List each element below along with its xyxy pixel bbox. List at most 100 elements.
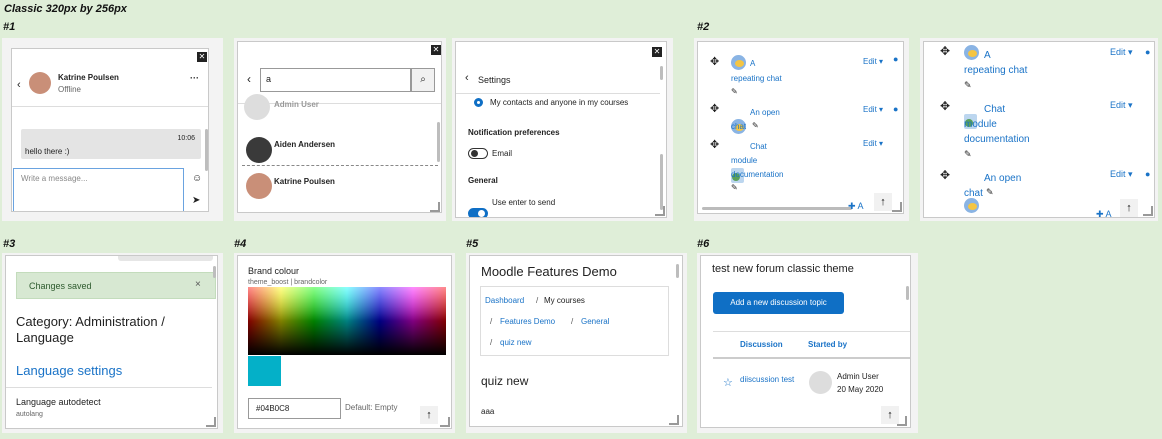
settings-title: Settings <box>478 75 511 85</box>
activity-link[interactable]: documentation <box>964 134 1030 145</box>
activity-link[interactable]: module <box>964 119 997 130</box>
language-settings-link[interactable]: Language settings <box>16 363 122 378</box>
activity-link[interactable]: A <box>750 59 755 68</box>
add-activity-link[interactable]: ✚ A <box>848 201 864 212</box>
edit-pencil-icon[interactable]: ✎ <box>986 187 994 198</box>
activity-link[interactable]: An open <box>984 173 1021 184</box>
search-input[interactable]: a <box>260 68 411 92</box>
enter-to-send-label: Use enter to send <box>492 198 556 207</box>
resize-grip-icon[interactable] <box>1143 206 1153 216</box>
activity-link[interactable]: module <box>731 156 757 165</box>
back-to-top-icon[interactable]: ↑ <box>1120 199 1138 217</box>
breadcrumb-dashboard[interactable]: Dashboard <box>485 296 524 305</box>
edit-pencil-icon[interactable]: ✎ <box>731 183 738 192</box>
activity-link[interactable]: Chat <box>750 142 767 151</box>
scrollbar[interactable] <box>660 66 663 80</box>
breadcrumb-quiz[interactable]: quiz new <box>500 338 532 347</box>
scrollbar[interactable] <box>437 122 440 162</box>
edit-menu[interactable]: Edit ▾ <box>863 105 883 114</box>
activity-link[interactable]: documentation <box>731 170 783 179</box>
color-value-input[interactable]: #04B0C8 <box>248 398 341 419</box>
color-picker[interactable] <box>248 287 446 355</box>
activity-link[interactable]: A <box>984 50 991 61</box>
breadcrumb-course[interactable]: Features Demo <box>500 317 555 326</box>
activity-link[interactable]: repeating chat <box>731 74 782 83</box>
move-icon[interactable]: ✥ <box>710 138 719 151</box>
close-icon[interactable]: × <box>195 279 201 290</box>
activity-link[interactable]: An open <box>750 108 780 117</box>
setting-sub: theme_boost | brandcolor <box>248 279 328 286</box>
scrollbar[interactable] <box>906 286 909 300</box>
move-icon[interactable]: ✥ <box>940 99 950 113</box>
resize-grip-icon[interactable] <box>669 415 679 425</box>
edit-pencil-icon[interactable]: ✎ <box>964 80 972 91</box>
contact-result[interactable]: Admin User <box>274 100 319 109</box>
breadcrumb-general[interactable]: General <box>581 317 609 326</box>
move-icon[interactable]: ✥ <box>710 102 719 115</box>
more-options-icon[interactable]: ··· <box>190 73 199 83</box>
enter-to-send-toggle[interactable] <box>468 208 488 217</box>
top-bar <box>118 256 213 261</box>
edit-menu[interactable]: Edit ▾ <box>1110 169 1133 180</box>
edit-menu[interactable]: Edit ▾ <box>1110 47 1133 58</box>
privacy-option-label: My contacts and anyone in my courses <box>490 98 629 107</box>
breadcrumb-my-courses: My courses <box>544 296 585 305</box>
author-name: Admin User <box>837 372 879 381</box>
move-icon[interactable]: ✥ <box>940 44 950 58</box>
message-text: hello there :) <box>25 147 70 156</box>
panel-course-small: ✥ A repeating chat ✎ Edit ▾ ● ✥ An open … <box>694 38 909 221</box>
message-input[interactable]: Write a message... <box>13 168 184 211</box>
avatar <box>246 137 272 163</box>
scrollbar[interactable] <box>660 154 663 210</box>
user-icon: ● <box>1145 47 1151 57</box>
close-icon[interactable]: ✕ <box>197 52 207 62</box>
move-icon[interactable]: ✥ <box>940 168 950 182</box>
activity-link[interactable]: chat <box>964 188 983 199</box>
edit-pencil-icon[interactable]: ✎ <box>731 87 738 96</box>
scrollbar[interactable] <box>213 266 216 278</box>
add-discussion-button[interactable]: Add a new discussion topic <box>713 292 844 314</box>
back-chevron-icon[interactable]: ‹ <box>247 72 251 86</box>
back-chevron-icon[interactable]: ‹ <box>17 79 21 91</box>
edit-menu[interactable]: Edit ▾ <box>1110 100 1133 111</box>
column-started-by[interactable]: Started by <box>808 340 847 349</box>
back-to-top-icon[interactable]: ↑ <box>420 406 438 424</box>
move-icon[interactable]: ✥ <box>710 55 719 68</box>
edit-menu[interactable]: Edit ▾ <box>863 139 883 148</box>
close-icon[interactable]: ✕ <box>431 45 441 55</box>
messaging-settings: ✕ ‹ Settings My contacts and anyone in m… <box>455 41 667 218</box>
add-activity-link[interactable]: ✚ A <box>1096 209 1112 217</box>
scrollbar[interactable] <box>205 129 208 171</box>
search-icon[interactable]: ⌕ <box>411 68 435 92</box>
resize-grip-icon[interactable] <box>206 417 216 427</box>
back-to-top-icon[interactable]: ↑ <box>874 193 892 211</box>
send-icon[interactable]: ➤ <box>192 195 200 206</box>
resize-grip-icon[interactable] <box>655 206 665 216</box>
edit-pencil-icon[interactable]: ✎ <box>752 121 759 130</box>
site-name: Moodle Features Demo <box>481 264 617 279</box>
activity-link[interactable]: chat <box>731 122 746 131</box>
close-icon[interactable]: ✕ <box>652 47 662 57</box>
resize-grip-icon[interactable] <box>897 416 907 426</box>
horizontal-scrollbar[interactable] <box>702 207 852 210</box>
star-icon[interactable]: ☆ <box>723 376 733 389</box>
privacy-radio[interactable] <box>474 98 483 107</box>
activity-link[interactable]: repeating chat <box>964 65 1027 76</box>
scrollbar[interactable] <box>676 264 679 278</box>
resize-grip-icon[interactable] <box>892 202 902 212</box>
setting-id: autolang <box>16 411 43 418</box>
column-discussion[interactable]: Discussion <box>740 340 783 349</box>
contact-result[interactable]: Aiden Andersen <box>274 140 335 149</box>
resize-grip-icon[interactable] <box>430 202 440 212</box>
email-label: Email <box>492 149 513 158</box>
edit-pencil-icon[interactable]: ✎ <box>964 149 972 160</box>
emoji-icon[interactable]: ☺ <box>192 173 202 184</box>
activity-link[interactable]: Chat <box>984 104 1005 115</box>
discussion-link[interactable]: diiscussion test <box>740 373 800 386</box>
back-chevron-icon[interactable]: ‹ <box>465 72 469 84</box>
panel-forum: test new forum classic theme Add a new d… <box>697 253 918 433</box>
edit-menu[interactable]: Edit ▾ <box>863 57 883 66</box>
email-toggle[interactable] <box>468 148 488 159</box>
contact-result[interactable]: Katrine Poulsen <box>274 177 335 186</box>
resize-grip-icon[interactable] <box>440 417 450 427</box>
